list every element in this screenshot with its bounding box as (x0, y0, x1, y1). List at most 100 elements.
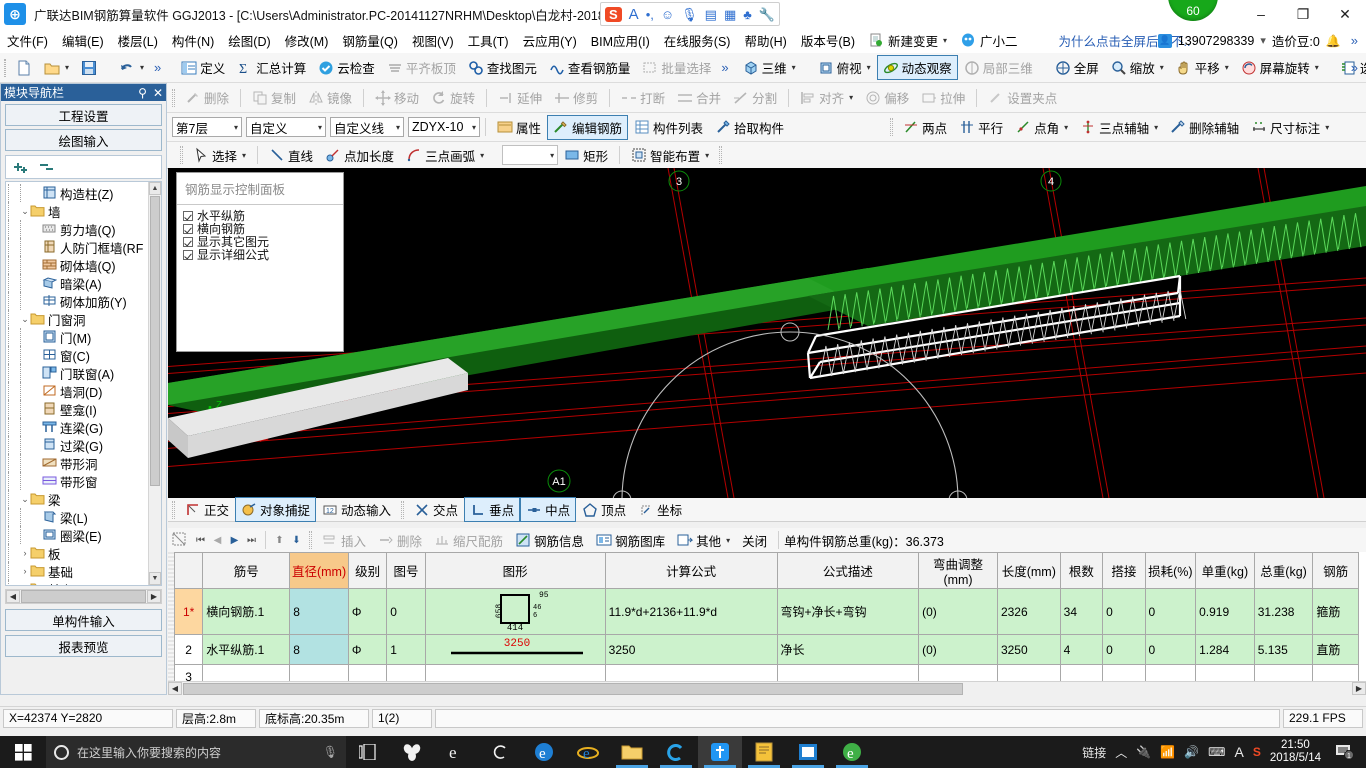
table-hscroll-left-button[interactable]: ◀ (168, 682, 182, 695)
property-button[interactable]: 属性 (491, 115, 547, 140)
minimize-button[interactable]: – (1240, 0, 1282, 28)
app-spiral-icon[interactable] (478, 736, 522, 768)
tree-item-7[interactable]: ⌄ 门窗洞 (6, 310, 161, 328)
rebar-display-control-panel[interactable]: 钢筋显示控制面板 水平纵筋 横向钢筋 显示其它图元 显示详细公式 (176, 172, 344, 352)
expand-all-icon[interactable] (12, 159, 30, 176)
merge-button[interactable]: 合并 (671, 85, 727, 110)
menu-item-modify[interactable]: 修改(M) (278, 28, 336, 53)
open-file-button[interactable]: ▾ (38, 57, 75, 79)
delete-row-button[interactable]: 删除 (372, 528, 428, 553)
chevron-down-icon[interactable]: ▾ (1260, 34, 1266, 47)
trim-button[interactable]: 修剪 (548, 85, 604, 110)
tree-scrollbar[interactable]: ▲ ▼ (148, 182, 161, 585)
tree-toggle-icon[interactable]: › (20, 548, 30, 558)
tree-hscroll-left-button[interactable]: ◀ (6, 590, 20, 603)
pick-component-button[interactable]: 拾取构件 (709, 115, 790, 140)
table-header-6[interactable]: 计算公式 (604, 552, 778, 589)
table-header-7[interactable]: 公式描述 (776, 552, 920, 589)
move-down-button[interactable]: ⬇ (288, 532, 305, 548)
cell-图号[interactable]: 1 (386, 634, 426, 665)
cell-钢筋[interactable]: 箍筋 (1312, 588, 1359, 635)
menu-item-tools[interactable]: 工具(T) (461, 28, 516, 53)
tree-item-22[interactable]: › 其它 (6, 580, 161, 585)
table-header-8[interactable]: 弯曲调整(mm) (918, 552, 998, 589)
tree-scroll-thumb[interactable] (150, 196, 160, 486)
draw-toolbar-grip[interactable] (180, 146, 183, 164)
cell-单重(kg)[interactable]: 0.919 (1195, 588, 1255, 635)
keyboard-icon[interactable]: ⌨ (1208, 745, 1225, 759)
partial-3d-button[interactable]: 局部三维 (958, 55, 1039, 80)
account-phone[interactable]: 13907298339 (1178, 34, 1254, 48)
tree-item-15[interactable]: 带形洞 (6, 454, 161, 472)
ime-skin-icon[interactable]: ♣ (743, 8, 752, 21)
tree-toggle-icon[interactable]: › (20, 584, 30, 585)
ime-punctuation-icon[interactable]: •, (646, 8, 654, 21)
guangxiaoer-button[interactable]: 广小二 (954, 28, 1025, 53)
nav-tab-report-preview[interactable]: 报表预览 (5, 635, 162, 657)
dynamic-input-button[interactable]: 12 动态输入 (316, 497, 397, 522)
gld-icon[interactable] (698, 736, 742, 768)
line-tool-button[interactable]: 直线 (263, 143, 319, 168)
checkbox-icon[interactable] (183, 210, 193, 221)
ime-emoji-icon[interactable]: ☺ (661, 8, 674, 21)
start-button[interactable] (0, 736, 46, 768)
cell-级别[interactable]: Φ (347, 588, 388, 635)
grid-toolbar-grip[interactable] (309, 531, 312, 549)
tree-hscroll-right-button[interactable]: ▶ (147, 590, 161, 603)
wifi-icon[interactable]: 📶 (1160, 745, 1175, 759)
axis-toolbar-grip[interactable] (890, 118, 894, 136)
first-record-button[interactable]: ⏮ (192, 532, 209, 548)
object-snap-button[interactable]: 对象捕捉 (235, 497, 317, 522)
notepad-icon[interactable] (742, 736, 786, 768)
delete-axis-button[interactable]: 删除辅轴 (1164, 115, 1245, 140)
rectangle-tool-button[interactable]: 矩形 (558, 143, 614, 168)
prev-record-button[interactable]: ◀ (209, 532, 226, 548)
tree-hscrollbar[interactable]: ◀ ▶ (5, 589, 162, 604)
cell-搭接[interactable]: 0 (1102, 634, 1146, 665)
coins-label[interactable]: 造价豆:0 (1272, 31, 1320, 50)
table-header-4[interactable]: 图号 (386, 552, 426, 589)
point-length-tool-button[interactable]: 点加长度 (319, 143, 400, 168)
cell-弯曲调整(mm)[interactable]: (0) (918, 588, 998, 635)
rebar-library-button[interactable]: 钢筋图库 (590, 528, 671, 553)
tray-expand-chevron-icon[interactable]: ︿ (1115, 744, 1127, 761)
power-icon[interactable]: 🔌 (1136, 745, 1151, 759)
table-hscroll-thumb[interactable] (183, 682, 963, 695)
tree-item-21[interactable]: › 基础 (6, 562, 161, 580)
volume-icon[interactable]: 🔊 (1184, 745, 1199, 759)
table-header-3[interactable]: 级别 (347, 552, 388, 589)
checkbox-icon[interactable] (183, 249, 193, 260)
smart-layout-button[interactable]: 智能布置 ▾ (625, 143, 715, 168)
menu-item-file[interactable]: 文件(F) (0, 28, 55, 53)
toolbar-grip[interactable] (4, 58, 6, 77)
top-view-button[interactable]: 俯视 ▾ (812, 55, 877, 80)
tree-item-13[interactable]: 连梁(G) (6, 418, 161, 436)
cell-图号[interactable]: 0 (386, 588, 426, 635)
notification-icon[interactable]: 1 (1330, 736, 1360, 768)
cell-图形[interactable]: 658 95 46 6 414 (424, 588, 606, 635)
close-icon[interactable]: ✕ (153, 86, 163, 100)
ime-card-icon[interactable]: ▦ (724, 8, 736, 21)
select-tool-button[interactable]: 选择 ▾ (187, 143, 252, 168)
table-header-13[interactable]: 单重(kg) (1195, 552, 1255, 589)
menu-item-floor[interactable]: 楼层(L) (111, 28, 165, 53)
table-hscrollbar[interactable]: ◀ ▶ (168, 681, 1366, 695)
cell-损耗(%)[interactable]: 0 (1144, 588, 1197, 635)
copy-button[interactable]: 复制 (246, 85, 302, 110)
vertex-snap-button[interactable]: 顶点 (576, 497, 632, 522)
toolbar1-overflow-button[interactable]: » (150, 60, 165, 75)
new-change-button[interactable]: 新建变更 ▾ (862, 28, 954, 53)
save-button[interactable] (75, 57, 103, 79)
cell-单重(kg)[interactable]: 1.284 (1195, 634, 1255, 665)
ime-tools-icon[interactable]: 🔧 (759, 8, 775, 21)
view-rebar-amount-button[interactable]: 查看钢筋量 (543, 55, 637, 80)
tree-item-8[interactable]: 门(M) (6, 328, 161, 346)
intersection-snap-button[interactable]: 交点 (408, 497, 464, 522)
cell-长度(mm)[interactable]: 3250 (996, 634, 1061, 665)
menu-item-draw[interactable]: 绘图(D) (221, 28, 277, 53)
component-selector[interactable]: ZDYX-10 ▾ (408, 117, 480, 137)
tree-scroll-up-button[interactable]: ▲ (149, 182, 161, 195)
cell-直径(mm)[interactable]: 8 (289, 588, 349, 635)
toolbar1-more-button[interactable]: » (717, 60, 732, 75)
ie-icon[interactable]: e (566, 736, 610, 768)
